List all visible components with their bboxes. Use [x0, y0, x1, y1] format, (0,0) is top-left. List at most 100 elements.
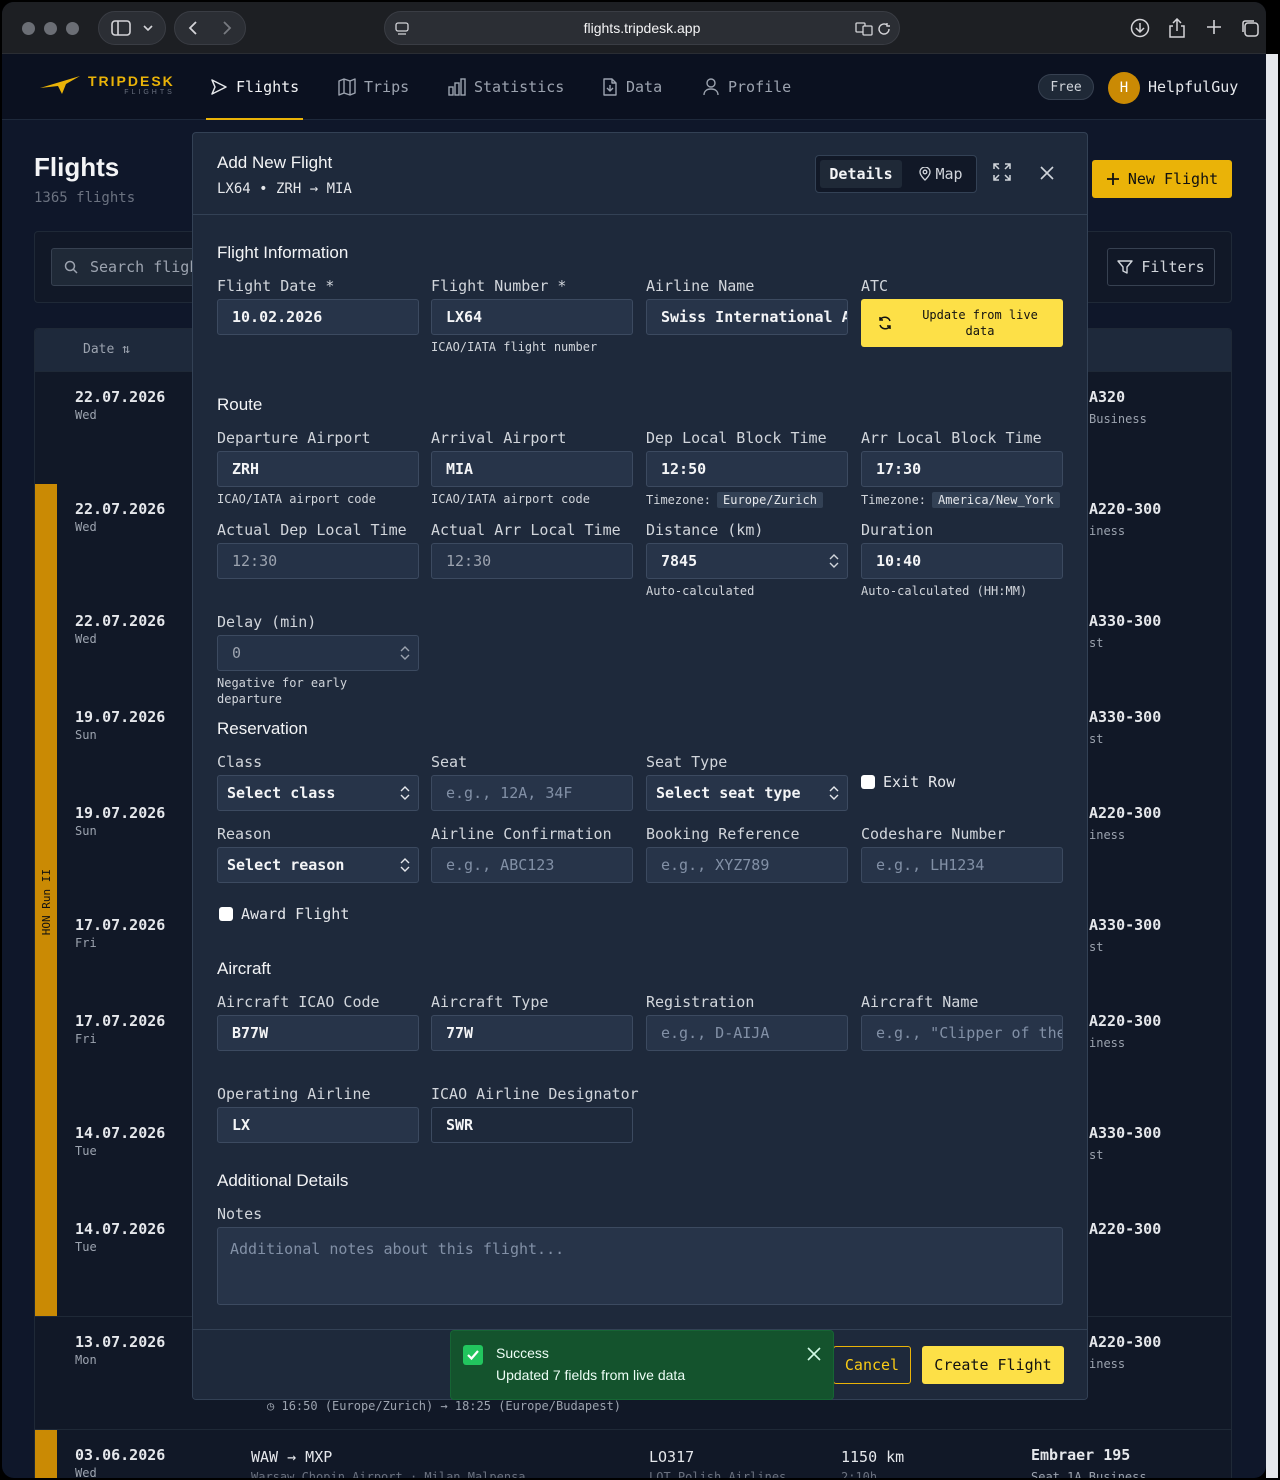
reload-icon[interactable] — [877, 22, 891, 36]
forward-icon[interactable] — [222, 20, 232, 36]
url-text: flights.tripdesk.app — [583, 20, 701, 36]
page-scrollbar[interactable] — [1266, 54, 1278, 1478]
actual-arr-time-input[interactable]: 12:30 — [431, 543, 633, 579]
tab-map[interactable]: Map — [908, 160, 974, 188]
update-from-live-data-button[interactable]: Update from live data — [861, 299, 1063, 347]
table-row[interactable]: 03.06.2026 Wed WAW → MXP Warsaw Chopin A… — [35, 1429, 1231, 1478]
app-navbar: TRIPDESK FLIGHTS Flights Trips Statistic… — [2, 54, 1266, 120]
award-flight-checkbox-box[interactable] — [219, 907, 233, 921]
new-flight-label: New Flight — [1127, 170, 1219, 188]
back-icon[interactable] — [188, 20, 198, 36]
exit-row-checkbox-box[interactable] — [861, 775, 875, 789]
airline-confirmation-input[interactable]: e.g., ABC123 — [431, 847, 633, 883]
nav-statistics[interactable]: Statistics — [448, 54, 564, 120]
zoom-window-dot[interactable] — [66, 22, 79, 35]
delay-hint-line1: Negative for early — [217, 676, 348, 690]
row-aircraft: A320 — [1089, 388, 1126, 406]
arr-block-time-input[interactable]: 17:30 — [861, 451, 1063, 487]
flight-number-input[interactable]: LX64 — [431, 299, 633, 335]
date-column-header[interactable]: Date ⇅ — [83, 342, 130, 357]
avatar[interactable]: H — [1108, 72, 1140, 104]
new-tab-icon[interactable] — [1205, 18, 1223, 36]
row-date: 22.07.2026 — [75, 388, 166, 406]
history-nav — [174, 11, 246, 45]
flight-number-label: Flight Number * — [431, 277, 567, 295]
select-arrows-icon — [400, 786, 410, 800]
row-aircraft: A220-300 — [1089, 1220, 1162, 1238]
filters-button[interactable]: Filters — [1107, 248, 1215, 286]
nav-flights[interactable]: Flights — [205, 54, 304, 120]
aircraft-name-input[interactable]: e.g., "Clipper of the Skies" — [861, 1015, 1063, 1051]
row-aircraft: A330-300 — [1089, 916, 1162, 934]
plane-logo-icon — [40, 76, 80, 94]
aircraft-type-input[interactable]: 77W — [431, 1015, 633, 1051]
nav-profile-label: Profile — [728, 78, 792, 96]
award-flight-checkbox[interactable]: Award Flight — [219, 905, 349, 923]
username[interactable]: HelpfulGuy — [1148, 78, 1238, 96]
notes-textarea[interactable]: Additional notes about this flight... — [217, 1227, 1063, 1305]
flight-date-input[interactable]: 10.02.2026 — [217, 299, 419, 335]
row-date: 13.07.2026 — [75, 1333, 166, 1351]
codeshare-number-input[interactable]: e.g., LH1234 — [861, 847, 1063, 883]
registration-input[interactable]: e.g., D-AIJA — [646, 1015, 848, 1051]
row-date: 19.07.2026 — [75, 708, 166, 726]
row-date: 19.07.2026 — [75, 804, 166, 822]
tab-overview-icon[interactable] — [1240, 18, 1260, 38]
download-icon[interactable] — [1130, 18, 1150, 38]
stepper-icon[interactable] — [829, 554, 839, 568]
actual-dep-time-input[interactable]: 12:30 — [217, 543, 419, 579]
exit-row-checkbox[interactable]: Exit Row — [861, 773, 955, 791]
cancel-button[interactable]: Cancel — [833, 1346, 911, 1384]
dep-timezone: Timezone: Europe/Zurich — [646, 492, 823, 508]
row-weekday: Mon — [75, 1353, 97, 1367]
seat-type-select[interactable]: Select seat type — [646, 775, 848, 811]
row-date: 03.06.2026 — [75, 1446, 166, 1464]
exit-row-label: Exit Row — [883, 773, 956, 791]
new-flight-button[interactable]: New Flight — [1092, 160, 1232, 198]
sidebar-toggle-button[interactable] — [98, 11, 166, 45]
row-weekday: Wed — [75, 632, 97, 646]
success-toast: Success Updated 7 fields from live data — [450, 1330, 834, 1400]
departure-airport-label: Departure Airport — [217, 429, 371, 447]
reason-select[interactable]: Select reason — [217, 847, 419, 883]
create-flight-button[interactable]: Create Flight — [922, 1346, 1064, 1384]
distance-input[interactable]: 7845 — [646, 543, 848, 579]
airline-name-input[interactable]: Swiss International Air Lines — [646, 299, 848, 335]
dep-block-time-input[interactable]: 12:50 — [646, 451, 848, 487]
arrival-airport-input[interactable]: MIA — [431, 451, 633, 487]
seat-input[interactable]: e.g., 12A, 34F — [431, 775, 633, 811]
operating-airline-input[interactable]: LX — [217, 1107, 419, 1143]
actual-dep-time-label: Actual Dep Local Time — [217, 521, 407, 539]
row-aircraft: A220-300 — [1089, 1333, 1162, 1351]
close-window-dot[interactable] — [22, 22, 35, 35]
flight-count: 1365 flights — [34, 190, 136, 206]
address-bar[interactable]: flights.tripdesk.app — [384, 11, 900, 45]
row-weekday: Sun — [75, 728, 97, 742]
row-class: st — [1089, 1148, 1104, 1162]
translate-icon[interactable] — [855, 22, 873, 36]
nav-profile[interactable]: Profile — [702, 54, 791, 120]
close-icon[interactable] — [807, 1347, 821, 1361]
browser-toolbar: flights.tripdesk.app — [2, 2, 1266, 54]
close-icon[interactable] — [1040, 166, 1054, 180]
share-icon[interactable] — [1168, 18, 1186, 38]
chevron-down-icon — [143, 25, 153, 31]
expand-icon[interactable] — [993, 163, 1011, 181]
page-settings-icon[interactable] — [395, 22, 409, 36]
duration-input[interactable]: 10:40 — [861, 543, 1063, 579]
aircraft-icao-input[interactable]: B77W — [217, 1015, 419, 1051]
icao-designator-input[interactable]: SWR — [431, 1107, 633, 1143]
booking-reference-input[interactable]: e.g., XYZ789 — [646, 847, 848, 883]
arr-timezone: Timezone: America/New_York — [861, 492, 1060, 508]
tab-details[interactable]: Details — [820, 160, 902, 188]
nav-data[interactable]: Data — [602, 54, 662, 120]
nav-trips[interactable]: Trips — [338, 54, 409, 120]
departure-airport-input[interactable]: ZRH — [217, 451, 419, 487]
stepper-icon[interactable] — [400, 646, 410, 660]
app-logo[interactable]: TRIPDESK FLIGHTS — [40, 74, 175, 96]
row-date: 14.07.2026 — [75, 1124, 166, 1142]
row-class: iness — [1089, 524, 1126, 538]
class-select[interactable]: Select class — [217, 775, 419, 811]
delay-input[interactable]: 0 — [217, 635, 419, 671]
minimize-window-dot[interactable] — [44, 22, 57, 35]
